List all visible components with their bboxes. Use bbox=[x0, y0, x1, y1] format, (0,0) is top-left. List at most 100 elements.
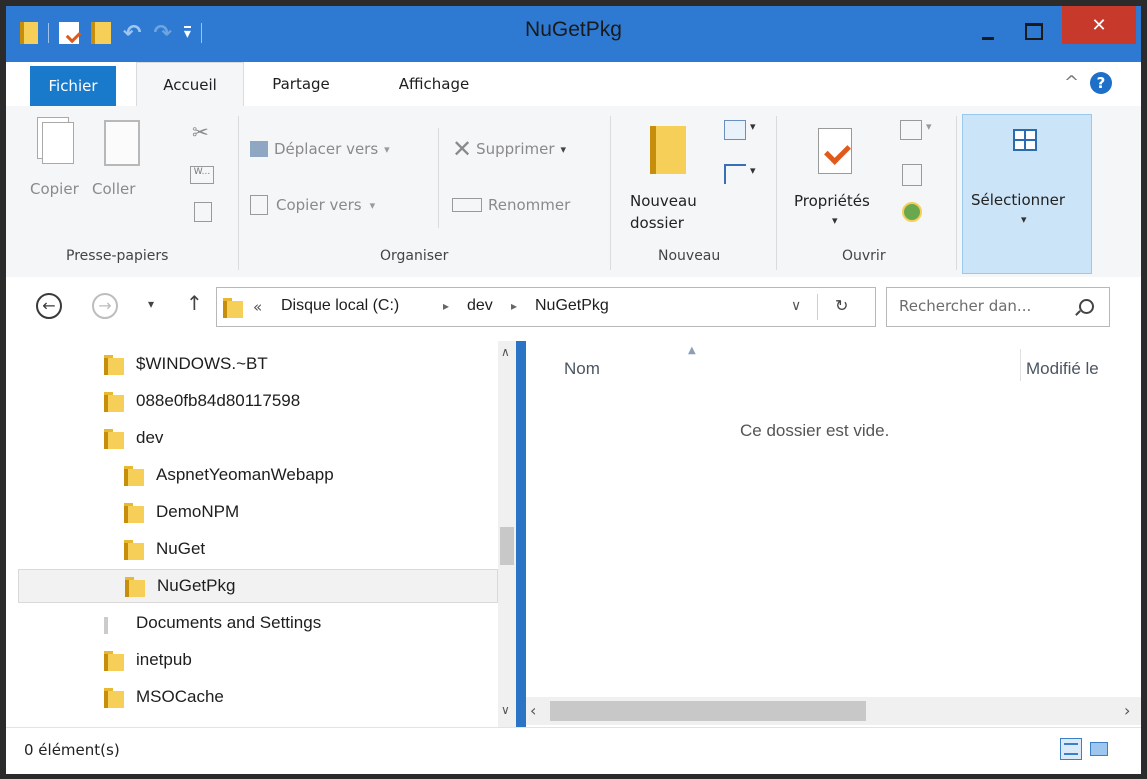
scroll-thumb[interactable] bbox=[500, 527, 514, 565]
new-folder-icon bbox=[650, 126, 686, 174]
properties-label: Propriétés bbox=[794, 192, 870, 210]
chevron-down-icon: ▾ bbox=[750, 164, 756, 177]
scroll-right-icon[interactable]: › bbox=[1124, 701, 1130, 720]
rename-icon bbox=[452, 198, 482, 212]
tree-item[interactable]: $WINDOWS.~BT bbox=[18, 347, 498, 381]
folder-icon bbox=[125, 575, 145, 597]
scroll-up-icon[interactable]: ∧ bbox=[501, 345, 510, 359]
tree-item-label: $WINDOWS.~BT bbox=[136, 354, 268, 373]
column-header-name[interactable]: Nom bbox=[564, 359, 600, 379]
scroll-down-icon[interactable]: ∨ bbox=[501, 703, 510, 717]
select-button[interactable]: Sélectionner ▾ bbox=[962, 114, 1092, 274]
ribbon-separator bbox=[610, 116, 611, 270]
chevron-down-icon: ▾ bbox=[369, 198, 376, 212]
chevron-down-icon: ▾ bbox=[750, 120, 756, 133]
close-icon: ✕ bbox=[1091, 14, 1107, 36]
address-bar[interactable]: « Disque local (C:) ▸ dev ▸ NuGetPkg ∨ ↻ bbox=[216, 287, 876, 327]
new-folder-button[interactable]: Nouveau dossier bbox=[622, 116, 708, 240]
empty-folder-message: Ce dossier est vide. bbox=[740, 421, 890, 440]
ribbon-collapse-button[interactable]: ^ bbox=[1064, 72, 1079, 93]
overflow-chevron[interactable]: « bbox=[253, 298, 262, 316]
copy-path-icon[interactable]: W... bbox=[190, 166, 214, 184]
ribbon-separator bbox=[776, 116, 777, 270]
column-divider[interactable] bbox=[1020, 349, 1021, 381]
chevron-down-icon: ▾ bbox=[832, 214, 838, 227]
tab-fichier[interactable]: Fichier bbox=[30, 66, 116, 106]
minimize-button[interactable] bbox=[966, 14, 1010, 52]
easy-access-icon[interactable] bbox=[724, 164, 746, 184]
tree-item-selected[interactable]: NuGetPkg bbox=[18, 569, 498, 603]
tree-item[interactable]: NuGet bbox=[18, 532, 498, 566]
search-box[interactable]: Rechercher dan... bbox=[886, 287, 1110, 327]
breadcrumb-separator[interactable]: ▸ bbox=[511, 299, 517, 313]
open-icon[interactable] bbox=[900, 120, 922, 140]
title-bar[interactable]: ↶ ↷ ▾ NuGetPkg ✕ bbox=[6, 6, 1141, 62]
minimize-icon bbox=[982, 36, 994, 40]
copy-button[interactable]: Copier bbox=[30, 116, 82, 226]
details-view-button[interactable] bbox=[1060, 738, 1082, 760]
tree-item-label: MSOCache bbox=[136, 687, 224, 706]
copy-to-button[interactable]: Copier vers ▾ bbox=[250, 192, 375, 218]
new-item-icon[interactable] bbox=[724, 120, 746, 140]
rename-button[interactable]: Renommer bbox=[452, 192, 570, 218]
delete-label: Supprimer bbox=[476, 140, 555, 158]
tree-item[interactable]: Documents and Settings bbox=[18, 606, 498, 640]
paste-icon bbox=[104, 120, 140, 166]
horizontal-scrollbar[interactable]: ‹ › bbox=[526, 697, 1141, 725]
navigation-bar: ← → ▾ ↑ « Disque local (C:) ▸ dev ▸ NuGe… bbox=[6, 277, 1141, 341]
scroll-left-icon[interactable]: ‹ bbox=[530, 701, 536, 720]
move-to-button[interactable]: Déplacer vers ▾ bbox=[250, 136, 390, 162]
address-dropdown[interactable]: ∨ bbox=[791, 298, 801, 314]
breadcrumb-nugetpkg[interactable]: NuGetPkg bbox=[535, 297, 609, 315]
select-icon bbox=[1013, 129, 1037, 151]
tree-item[interactable]: MSOCache bbox=[18, 680, 498, 714]
recent-locations-icon[interactable]: ▾ bbox=[148, 297, 154, 311]
large-icons-view-button[interactable] bbox=[1088, 738, 1110, 760]
close-button[interactable]: ✕ bbox=[1062, 6, 1136, 44]
breadcrumb-dev[interactable]: dev bbox=[467, 297, 493, 315]
rename-label: Renommer bbox=[488, 196, 571, 214]
refresh-icon[interactable]: ↻ bbox=[835, 296, 848, 315]
maximize-icon bbox=[1025, 22, 1043, 40]
vertical-scrollbar[interactable]: ∧ ∨ bbox=[498, 341, 516, 727]
tree-item-label: inetpub bbox=[136, 650, 192, 669]
tree-item-label: Documents and Settings bbox=[136, 613, 322, 632]
copy-to-label: Copier vers bbox=[276, 196, 362, 214]
help-button[interactable]: ? bbox=[1090, 72, 1112, 94]
paste-shortcut-icon[interactable] bbox=[194, 202, 212, 222]
ribbon-separator bbox=[438, 128, 439, 228]
explorer-window: ↶ ↷ ▾ NuGetPkg ✕ Fichier Accueil Partage… bbox=[0, 0, 1147, 779]
navigation-pane[interactable]: $WINDOWS.~BT 088e0fb84d80117598 dev AspnetY… bbox=[6, 341, 516, 727]
breadcrumb-disk[interactable]: Disque local (C:) bbox=[281, 297, 399, 315]
scroll-thumb[interactable] bbox=[550, 701, 866, 721]
copy-label: Copier bbox=[30, 180, 79, 198]
tree-item[interactable]: DemoNPM bbox=[18, 495, 498, 529]
edit-icon[interactable] bbox=[902, 164, 922, 186]
content-pane[interactable]: ▲ Nom Modifié le Ce dossier est vide. ‹ … bbox=[526, 341, 1141, 727]
up-arrow-icon[interactable]: ↑ bbox=[186, 291, 203, 315]
back-arrow-icon: ← bbox=[42, 296, 56, 315]
tree-item[interactable]: dev bbox=[18, 421, 498, 455]
properties-button[interactable]: Propriétés ▾ bbox=[788, 116, 888, 240]
maximize-button[interactable] bbox=[1012, 12, 1056, 50]
back-button[interactable]: ← bbox=[36, 293, 62, 319]
cut-icon[interactable]: ✂ bbox=[192, 120, 209, 144]
history-icon[interactable] bbox=[902, 202, 922, 222]
tab-accueil[interactable]: Accueil bbox=[136, 62, 244, 107]
move-to-icon bbox=[250, 141, 268, 157]
open-group-label: Ouvrir bbox=[842, 248, 886, 264]
forward-button[interactable]: → bbox=[92, 293, 118, 319]
column-header-modified[interactable]: Modifié le bbox=[1026, 359, 1099, 379]
tree-item[interactable]: inetpub bbox=[18, 643, 498, 677]
tree-item-label: AspnetYeomanWebapp bbox=[156, 465, 334, 484]
new-folder-label-line1: Nouveau bbox=[630, 192, 697, 210]
tab-partage[interactable]: Partage bbox=[256, 62, 346, 106]
breadcrumb-separator[interactable]: ▸ bbox=[443, 299, 449, 313]
tab-affichage[interactable]: Affichage bbox=[380, 62, 488, 106]
paste-button[interactable]: Coller bbox=[86, 116, 150, 226]
folder-icon bbox=[124, 538, 144, 560]
tree-item[interactable]: AspnetYeomanWebapp bbox=[18, 458, 498, 492]
delete-button[interactable]: ✕ Supprimer ▾ bbox=[452, 135, 566, 163]
tree-item[interactable]: 088e0fb84d80117598 bbox=[18, 384, 498, 418]
search-input[interactable]: Rechercher dan... bbox=[899, 297, 1031, 315]
